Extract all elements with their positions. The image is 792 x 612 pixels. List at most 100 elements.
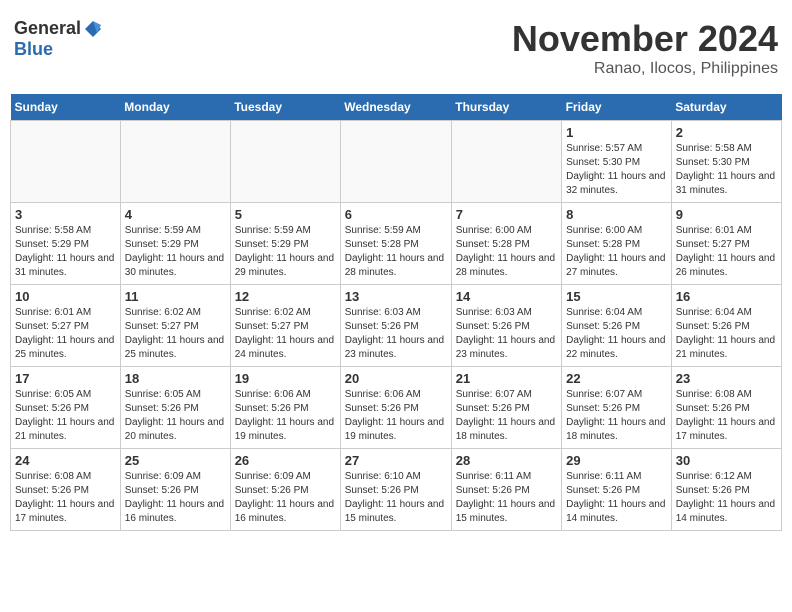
calendar-header-friday: Friday (562, 94, 672, 121)
day-info: Sunrise: 6:05 AM Sunset: 5:26 PM Dayligh… (125, 388, 226, 444)
calendar-week-row: 3 Sunrise: 5:58 AM Sunset: 5:29 PM Daylig… (11, 203, 782, 285)
calendar-cell: 1Sunrise: 5:57 AM Sunset: 5:30 PM Daylig… (562, 121, 672, 203)
day-number: 30 (676, 453, 777, 468)
logo-blue-text: Blue (14, 39, 53, 60)
day-info: Sunrise: 6:06 AM Sunset: 5:26 PM Dayligh… (235, 388, 336, 444)
day-info: Sunrise: 6:09 AM Sunset: 5:26 PM Dayligh… (125, 470, 226, 526)
page-header: General Blue November 2024 Ranao, Ilocos… (10, 10, 782, 86)
day-info: Sunrise: 6:10 AM Sunset: 5:26 PM Dayligh… (345, 470, 447, 526)
calendar-table: SundayMondayTuesdayWednesdayThursdayFrid… (10, 94, 782, 531)
calendar-cell (230, 121, 340, 203)
day-info: Sunrise: 5:58 AM Sunset: 5:30 PM Dayligh… (676, 142, 777, 198)
calendar-week-row: 1Sunrise: 5:57 AM Sunset: 5:30 PM Daylig… (11, 121, 782, 203)
day-info: Sunrise: 6:03 AM Sunset: 5:26 PM Dayligh… (345, 306, 447, 362)
day-number: 26 (235, 453, 336, 468)
calendar-header-row: SundayMondayTuesdayWednesdayThursdayFrid… (11, 94, 782, 121)
day-number: 18 (125, 371, 226, 386)
day-number: 9 (676, 207, 777, 222)
day-number: 29 (566, 453, 667, 468)
calendar-week-row: 10 Sunrise: 6:01 AM Sunset: 5:27 PM Dayli… (11, 285, 782, 367)
day-number: 7 (456, 207, 557, 222)
calendar-header-wednesday: Wednesday (340, 94, 451, 121)
calendar-cell (340, 121, 451, 203)
day-number: 24 (15, 453, 116, 468)
calendar-cell: 27 Sunrise: 6:10 AM Sunset: 5:26 PM Dayli… (340, 449, 451, 531)
day-number: 16 (676, 289, 777, 304)
day-info: Sunrise: 6:07 AM Sunset: 5:26 PM Dayligh… (566, 388, 667, 444)
day-number: 19 (235, 371, 336, 386)
calendar-cell: 20Sunrise: 6:06 AM Sunset: 5:26 PM Dayli… (340, 367, 451, 449)
calendar-cell: 13 Sunrise: 6:03 AM Sunset: 5:26 PM Dayli… (340, 285, 451, 367)
day-number: 12 (235, 289, 336, 304)
day-number: 17 (15, 371, 116, 386)
calendar-cell: 28 Sunrise: 6:11 AM Sunset: 5:26 PM Dayli… (451, 449, 561, 531)
day-number: 13 (345, 289, 447, 304)
day-info: Sunrise: 6:05 AM Sunset: 5:26 PM Dayligh… (15, 388, 116, 444)
day-number: 2 (676, 125, 777, 140)
calendar-cell: 9Sunrise: 6:01 AM Sunset: 5:27 PM Daylig… (671, 203, 781, 285)
calendar-week-row: 24 Sunrise: 6:08 AM Sunset: 5:26 PM Dayli… (11, 449, 782, 531)
calendar-cell: 8Sunrise: 6:00 AM Sunset: 5:28 PM Daylig… (562, 203, 672, 285)
day-info: Sunrise: 6:09 AM Sunset: 5:26 PM Dayligh… (235, 470, 336, 526)
day-info: Sunrise: 6:02 AM Sunset: 5:27 PM Dayligh… (235, 306, 336, 362)
day-info: Sunrise: 6:07 AM Sunset: 5:26 PM Dayligh… (456, 388, 557, 444)
day-number: 27 (345, 453, 447, 468)
calendar-cell (451, 121, 561, 203)
calendar-cell: 2 Sunrise: 5:58 AM Sunset: 5:30 PM Daylig… (671, 121, 781, 203)
day-info: Sunrise: 5:58 AM Sunset: 5:29 PM Dayligh… (15, 224, 116, 280)
day-info: Sunrise: 6:11 AM Sunset: 5:26 PM Dayligh… (456, 470, 557, 526)
calendar-cell: 18 Sunrise: 6:05 AM Sunset: 5:26 PM Dayli… (120, 367, 230, 449)
calendar-header-tuesday: Tuesday (230, 94, 340, 121)
calendar-cell: 14 Sunrise: 6:03 AM Sunset: 5:26 PM Dayli… (451, 285, 561, 367)
day-info: Sunrise: 6:01 AM Sunset: 5:27 PM Dayligh… (15, 306, 116, 362)
calendar-cell: 22 Sunrise: 6:07 AM Sunset: 5:26 PM Dayli… (562, 367, 672, 449)
day-info: Sunrise: 6:04 AM Sunset: 5:26 PM Dayligh… (566, 306, 667, 362)
day-number: 5 (235, 207, 336, 222)
day-number: 20 (345, 371, 447, 386)
calendar-cell: 5Sunrise: 5:59 AM Sunset: 5:29 PM Daylig… (230, 203, 340, 285)
day-info: Sunrise: 6:02 AM Sunset: 5:27 PM Dayligh… (125, 306, 226, 362)
day-info: Sunrise: 5:57 AM Sunset: 5:30 PM Dayligh… (566, 142, 667, 198)
logo-icon (83, 19, 103, 39)
calendar-cell (11, 121, 121, 203)
calendar-cell: 23Sunrise: 6:08 AM Sunset: 5:26 PM Dayli… (671, 367, 781, 449)
day-info: Sunrise: 6:11 AM Sunset: 5:26 PM Dayligh… (566, 470, 667, 526)
logo: General Blue (14, 18, 103, 60)
day-info: Sunrise: 6:08 AM Sunset: 5:26 PM Dayligh… (15, 470, 116, 526)
location-subtitle: Ranao, Ilocos, Philippines (512, 60, 778, 78)
day-number: 6 (345, 207, 447, 222)
calendar-cell: 10 Sunrise: 6:01 AM Sunset: 5:27 PM Dayli… (11, 285, 121, 367)
calendar-cell: 15Sunrise: 6:04 AM Sunset: 5:26 PM Dayli… (562, 285, 672, 367)
calendar-cell: 7 Sunrise: 6:00 AM Sunset: 5:28 PM Daylig… (451, 203, 561, 285)
calendar-cell: 24 Sunrise: 6:08 AM Sunset: 5:26 PM Dayli… (11, 449, 121, 531)
day-info: Sunrise: 6:03 AM Sunset: 5:26 PM Dayligh… (456, 306, 557, 362)
calendar-cell: 11 Sunrise: 6:02 AM Sunset: 5:27 PM Dayli… (120, 285, 230, 367)
calendar-header-saturday: Saturday (671, 94, 781, 121)
day-number: 14 (456, 289, 557, 304)
day-number: 21 (456, 371, 557, 386)
day-number: 11 (125, 289, 226, 304)
day-info: Sunrise: 6:00 AM Sunset: 5:28 PM Dayligh… (456, 224, 557, 280)
calendar-week-row: 17 Sunrise: 6:05 AM Sunset: 5:26 PM Dayli… (11, 367, 782, 449)
calendar-cell: 19 Sunrise: 6:06 AM Sunset: 5:26 PM Dayli… (230, 367, 340, 449)
day-info: Sunrise: 6:00 AM Sunset: 5:28 PM Dayligh… (566, 224, 667, 280)
calendar-cell: 17 Sunrise: 6:05 AM Sunset: 5:26 PM Dayli… (11, 367, 121, 449)
day-number: 10 (15, 289, 116, 304)
day-number: 22 (566, 371, 667, 386)
day-number: 28 (456, 453, 557, 468)
calendar-header-monday: Monday (120, 94, 230, 121)
month-year-title: November 2024 (512, 18, 778, 60)
calendar-cell: 16Sunrise: 6:04 AM Sunset: 5:26 PM Dayli… (671, 285, 781, 367)
calendar-cell: 12 Sunrise: 6:02 AM Sunset: 5:27 PM Dayli… (230, 285, 340, 367)
calendar-cell: 3 Sunrise: 5:58 AM Sunset: 5:29 PM Daylig… (11, 203, 121, 285)
title-section: November 2024 Ranao, Ilocos, Philippines (512, 18, 778, 78)
day-number: 3 (15, 207, 116, 222)
logo-general-text: General (14, 18, 81, 39)
calendar-cell: 30Sunrise: 6:12 AM Sunset: 5:26 PM Dayli… (671, 449, 781, 531)
calendar-header-sunday: Sunday (11, 94, 121, 121)
day-info: Sunrise: 5:59 AM Sunset: 5:29 PM Dayligh… (125, 224, 226, 280)
day-info: Sunrise: 5:59 AM Sunset: 5:28 PM Dayligh… (345, 224, 447, 280)
day-number: 25 (125, 453, 226, 468)
calendar-header-thursday: Thursday (451, 94, 561, 121)
calendar-cell: 21 Sunrise: 6:07 AM Sunset: 5:26 PM Dayli… (451, 367, 561, 449)
